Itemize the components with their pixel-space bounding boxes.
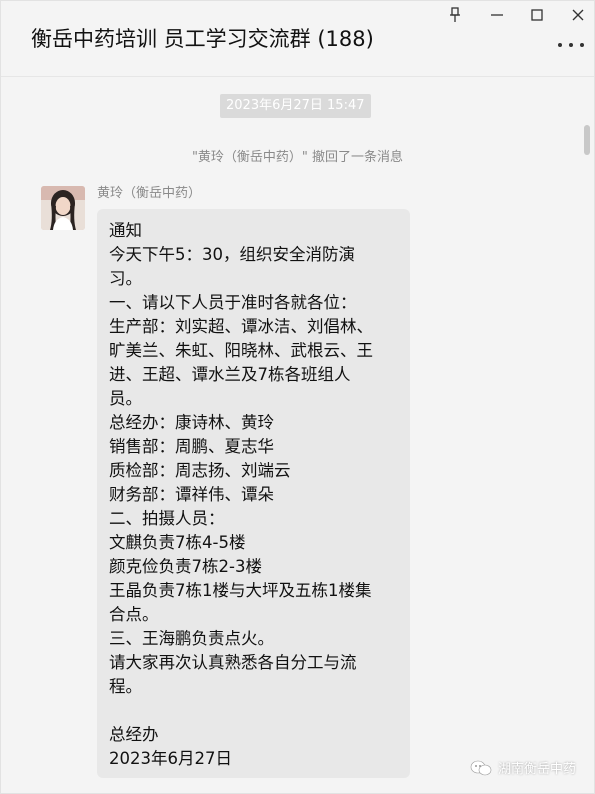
message-bubble[interactable]: 通知 今天下午5：30，组织安全消防演 习。 一、请以下人员于准时各就各位： 生… [97,209,410,778]
more-dot [569,43,573,47]
message-line: 请大家再次认真熟悉各自分工与流 [109,653,357,672]
message-timestamp: 2023年6月27日 15:47 [220,94,371,118]
message-line: 习。 [109,269,142,288]
watermark-text: 湖南衡岳中药 [497,762,576,777]
message-line: 总经办 [109,725,159,744]
maximize-icon[interactable] [525,5,549,25]
message-line: 一、请以下人员于准时各就各位： [109,293,357,312]
watermark: 湖南衡岳中药 [470,758,576,777]
title-bar: 衡岳中药培训 员工学习交流群 (188) [1,1,594,77]
avatar[interactable] [41,186,85,230]
message-line: 今天下午5：30，组织安全消防演 [109,245,355,264]
more-dots-icon[interactable] [558,35,584,55]
chat-title: 衡岳中药培训 员工学习交流群 (188) [31,27,374,51]
chat-window: 衡岳中药培训 员工学习交流群 (188) 2023年6月27日 15:47 "黄… [0,0,595,794]
wechat-channel-icon [470,759,492,777]
message-line: 王晶负责7栋1楼与大坪及五栋1楼集 [109,581,372,600]
message-line: 质检部：周志扬、刘端云 [109,461,291,480]
message-line: 总经办：康诗林、黄玲 [109,413,274,432]
message-line: 程。 [109,677,142,696]
recall-notice: "黄玲（衡岳中药）" 撤回了一条消息 [191,150,404,165]
message-line: 员。 [109,389,142,408]
message-line: 二、拍摄人员： [109,509,225,528]
message-line: 2023年6月27日 [109,749,232,768]
message-line: 三、王海鹏负责点火。 [109,629,274,648]
message-line: 生产部：刘实超、谭冰洁、刘倡林、 [109,317,373,336]
message-line: 文麒负责7栋4-5楼 [109,533,246,552]
message-line: 合点。 [109,605,159,624]
sender-name: 黄玲（衡岳中药） [97,186,202,201]
message-line: 进、王超、谭水兰及7栋各班组人 [109,365,351,384]
more-dot [580,43,584,47]
message-line: 通知 [109,221,142,240]
message-line: 旷美兰、朱虹、阳晓林、武根云、王 [109,341,373,360]
more-dot [558,43,562,47]
pin-icon[interactable] [443,5,467,25]
message-line: 销售部：周鹏、夏志华 [109,437,274,456]
minimize-icon[interactable] [485,5,509,25]
message-line: 颜克俭负责7栋2-3楼 [109,557,262,576]
message-line: 财务部：谭祥伟、谭朵 [109,485,274,504]
close-icon[interactable] [566,5,590,25]
